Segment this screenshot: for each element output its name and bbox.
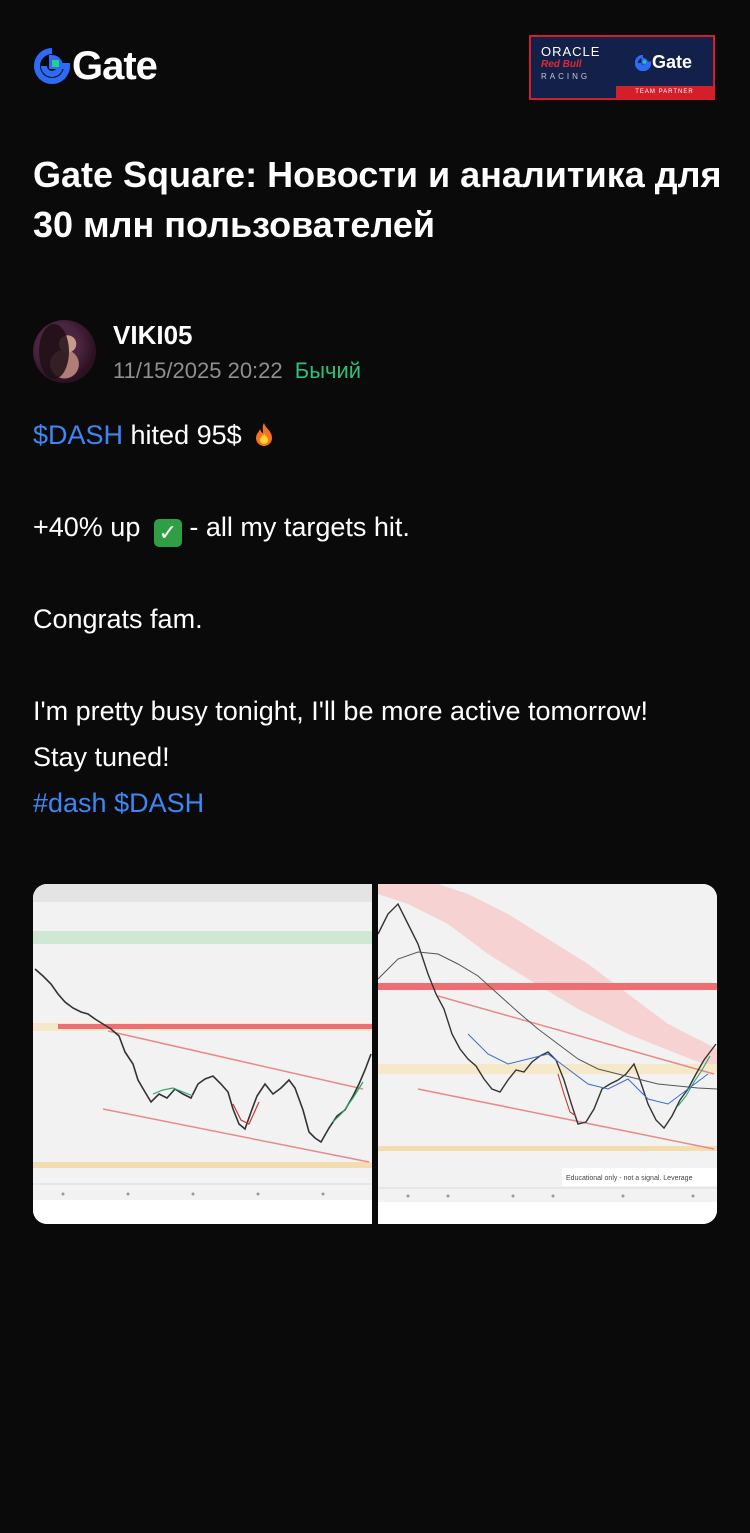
gate-small-icon — [635, 54, 651, 71]
gate-logo[interactable]: Gate — [34, 44, 158, 88]
check-mark-icon: ✓ — [153, 519, 182, 547]
avatar[interactable] — [33, 320, 96, 383]
racing-text: RACING — [541, 72, 591, 81]
oracle-text: ORACLE — [541, 44, 601, 59]
team-partner-strip: TEAM PARTNER — [616, 86, 713, 98]
post-image-1[interactable] — [33, 884, 372, 1224]
hashtag-link[interactable]: #dash — [33, 788, 107, 818]
cashtag-link[interactable]: $DASH — [33, 420, 123, 450]
partner-gate-logo: Gate — [635, 52, 692, 73]
author-meta: 11/15/2025 20:22 Бычий — [113, 358, 361, 384]
post-text: hited 95$ — [123, 420, 242, 450]
post-image-2[interactable]: Educational only - not a signal. Leverag… — [378, 884, 717, 1224]
partner-gate-text: Gate — [652, 52, 693, 72]
fire-icon — [256, 423, 273, 446]
post-line: +40% up ✓ - all my targets hit. — [33, 504, 723, 550]
post-line: I'm pretty busy tonight, I'll be more ac… — [33, 696, 649, 726]
post-line: Stay tuned! — [33, 742, 170, 772]
chart-thumbnail-2: Educational only - not a signal. Leverag… — [378, 884, 717, 1224]
post-images: Educational only - not a signal. Leverag… — [33, 884, 717, 1224]
avatar-hair — [39, 324, 69, 379]
post-text: +40% up — [33, 512, 141, 542]
team-partner-badge[interactable]: ORACLE Red Bull RACING Gate TEAM PARTNER — [529, 35, 715, 100]
cashtag-link[interactable]: $DASH — [114, 788, 204, 818]
post-line: $DASH hited 95$ — [33, 412, 723, 458]
logo-text: Gate — [72, 44, 158, 88]
post-text: - all my targets hit. — [189, 512, 410, 542]
author-name[interactable]: VIKI05 — [113, 320, 193, 350]
gate-logo-icon — [34, 48, 70, 84]
sentiment-badge: Бычий — [294, 358, 362, 383]
chart-caption: Educational only - not a signal. Leverag… — [566, 1175, 693, 1182]
page-title: Gate Square: Новости и аналитика для 30 … — [33, 154, 722, 245]
post-line: #dash $DASH — [33, 780, 723, 826]
chart-thumbnail-1 — [33, 884, 372, 1224]
author-block: VIKI05 11/15/2025 20:22 Бычий — [33, 320, 723, 386]
top-header: Gate ORACLE Red Bull RACING Gate TEAM PA… — [0, 0, 750, 120]
post-body: $DASH hited 95$ +40% up ✓ - all my targe… — [33, 412, 723, 826]
post-timestamp: 11/15/2025 20:22 — [113, 358, 283, 383]
post-line: Congrats fam. — [33, 604, 203, 634]
redbull-text: Red Bull — [541, 59, 582, 70]
